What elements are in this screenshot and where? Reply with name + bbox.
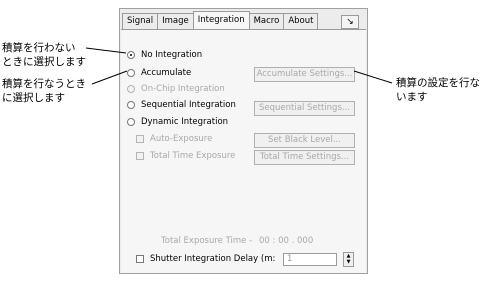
tab-about[interactable]: About: [283, 13, 319, 29]
checkbox-icon: [136, 152, 144, 160]
sequential-settings-button[interactable]: Sequential Settings...: [254, 101, 355, 116]
radio-icon: [127, 85, 135, 93]
tab-signal[interactable]: Signal: [122, 13, 159, 29]
total-exposure-value: 00 : 00 . 000: [259, 236, 314, 246]
shutter-delay-spinner[interactable]: ▲ ▼: [343, 252, 354, 267]
total-exposure-label: Total Exposure Time -: [161, 236, 253, 246]
set-black-level-button[interactable]: Set Black Level...: [254, 133, 355, 148]
checkbox-auto-exposure[interactable]: Auto-Exposure: [136, 134, 212, 144]
pin-icon[interactable]: ↘: [341, 15, 359, 29]
settings-panel: Signal Image Integration Macro About ↘ N…: [119, 8, 368, 274]
shutter-delay-input[interactable]: 1: [283, 253, 337, 266]
radio-dynamic-integration[interactable]: Dynamic Integration: [127, 117, 228, 127]
checkbox-label: Auto-Exposure: [150, 134, 213, 144]
annotation-no-integration: 積算を行わない ときに選択します: [2, 42, 86, 68]
annotation-settings: 積算の設定を行な います: [396, 77, 480, 103]
radio-icon: [127, 118, 135, 126]
tab-bar: Signal Image Integration Macro About: [122, 11, 319, 29]
integration-tab-content: No Integration Accumulate On-Chip Integr…: [121, 30, 366, 273]
checkbox-icon: [136, 255, 144, 263]
radio-label: Dynamic Integration: [141, 117, 229, 127]
spin-down-icon[interactable]: ▼: [344, 259, 353, 265]
checkbox-label: Total Time Exposure: [150, 151, 236, 161]
radio-label: Accumulate: [141, 68, 192, 78]
radio-on-chip-integration[interactable]: On-Chip Integration: [127, 84, 225, 94]
radio-label: On-Chip Integration: [141, 84, 225, 94]
radio-sequential-integration[interactable]: Sequential Integration: [127, 100, 236, 110]
radio-accumulate[interactable]: Accumulate: [127, 68, 191, 78]
tab-image[interactable]: Image: [157, 13, 194, 29]
tab-integration[interactable]: Integration: [192, 11, 250, 29]
radio-icon: [127, 69, 135, 77]
checkbox-shutter-integration-delay[interactable]: Shutter Integration Delay (m:: [136, 254, 275, 264]
annotation-accumulate: 積算を行なうとき に選択します: [2, 78, 86, 104]
tab-macro[interactable]: Macro: [248, 13, 285, 29]
radio-icon: [127, 101, 135, 109]
checkbox-icon: [136, 135, 144, 143]
checkbox-total-time-exposure[interactable]: Total Time Exposure: [136, 151, 235, 161]
radio-no-integration[interactable]: No Integration: [127, 50, 202, 60]
radio-label: Sequential Integration: [141, 100, 236, 110]
radio-label: No Integration: [141, 50, 203, 60]
total-time-settings-button[interactable]: Total Time Settings...: [254, 150, 355, 165]
checkbox-label: Shutter Integration Delay (m:: [150, 254, 276, 264]
radio-selected-icon: [127, 51, 135, 59]
accumulate-settings-button[interactable]: Accumulate Settings...: [254, 67, 355, 82]
